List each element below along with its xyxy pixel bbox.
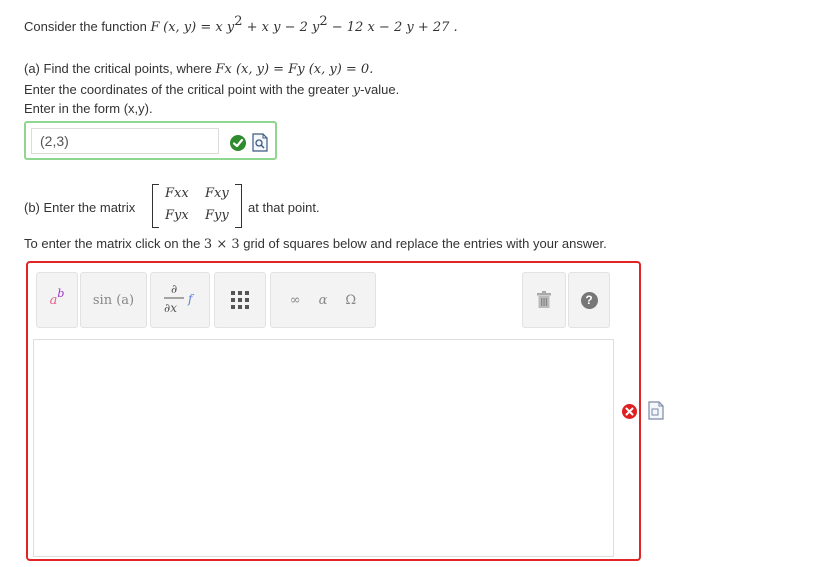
part-b-line2-suffix: grid of squares below and replace the en… (239, 236, 607, 251)
help-icon: ? (580, 291, 598, 309)
part-b-line2: To enter the matrix click on the 3 × 3 g… (24, 236, 607, 252)
matrix-cell: Fyy (205, 208, 229, 223)
part-a-condition: Fx (x, y) = Fy (x, y) = 0. (215, 62, 374, 77)
matrix-cell: Fxy (205, 186, 229, 201)
matrix-cell: Fxx (165, 186, 189, 201)
part-b-line2-text: To enter the matrix click on the (24, 236, 204, 251)
part-a-line2-text: Enter the coordinates of the critical po… (24, 82, 353, 97)
grid-size: 3 × 3 (203, 237, 240, 252)
math-editor: ab sin (a) ∂ ∂x f ∞ α Ω ? (26, 261, 641, 561)
part-a-prefix: (a) Find the critical points, where (24, 61, 216, 76)
part-a-line2-suffix: -value. (360, 82, 400, 97)
exponent: 2 (319, 14, 328, 29)
error-icon (622, 404, 637, 419)
derivative-icon: ∂ ∂x f (164, 282, 195, 315)
svg-text:f: f (187, 292, 195, 306)
omega-symbol: Ω (345, 292, 357, 308)
matrix-cell: Fyx (165, 208, 189, 223)
question-function: Consider the function F (x, y) = x y 2 + … (24, 15, 458, 35)
expr-part: − 12 x − 2 y + 27 . (327, 20, 458, 35)
part-b-suffix: at that point. (248, 200, 320, 215)
preview-icon[interactable] (252, 133, 268, 152)
expr-part: + x y − 2 y (242, 20, 320, 35)
sin-label: sin (a) (92, 292, 135, 308)
delete-icon (537, 291, 551, 308)
svg-text:∂x: ∂x (164, 301, 177, 315)
preview-icon[interactable] (648, 401, 664, 420)
matrix-answer-area[interactable] (33, 339, 614, 557)
help-button[interactable]: ? (568, 272, 610, 328)
matrix-left-bracket (152, 184, 159, 228)
part-a-line3: Enter in the form (x,y). (24, 101, 153, 116)
infinity-symbol: ∞ (289, 292, 301, 308)
part-b-prefix: (b) Enter the matrix (24, 200, 136, 215)
matrix-right-bracket (235, 184, 242, 228)
intro-text: Consider the function (24, 19, 151, 34)
matrix-grid-icon (231, 291, 249, 309)
function-args: (x, y) = (163, 20, 216, 35)
check-icon (230, 135, 246, 151)
part-a-line2: Enter the coordinates of the critical po… (24, 82, 399, 98)
superscript-icon: ab (49, 286, 65, 308)
answer-a-input[interactable] (31, 128, 219, 154)
part-a-instruction: (a) Find the critical points, where Fx (… (24, 61, 373, 77)
expr-part: x y (215, 20, 235, 35)
matrix-grid-button[interactable] (214, 272, 266, 328)
alpha-symbol: α (318, 292, 328, 308)
symbols-button[interactable]: ∞ α Ω (270, 272, 376, 328)
part-b-instruction: (b) Enter the matrix Fxx Fxy Fyx Fyy at … (24, 183, 384, 228)
derivative-button[interactable]: ∂ ∂x f (150, 272, 210, 328)
function-name: F (150, 20, 160, 35)
hessian-matrix: Fxx Fxy Fyx Fyy (152, 183, 242, 228)
svg-text:∂: ∂ (171, 282, 177, 296)
function-button[interactable]: sin (a) (80, 272, 147, 328)
delete-button[interactable] (522, 272, 566, 328)
superscript-button[interactable]: ab (36, 272, 78, 328)
